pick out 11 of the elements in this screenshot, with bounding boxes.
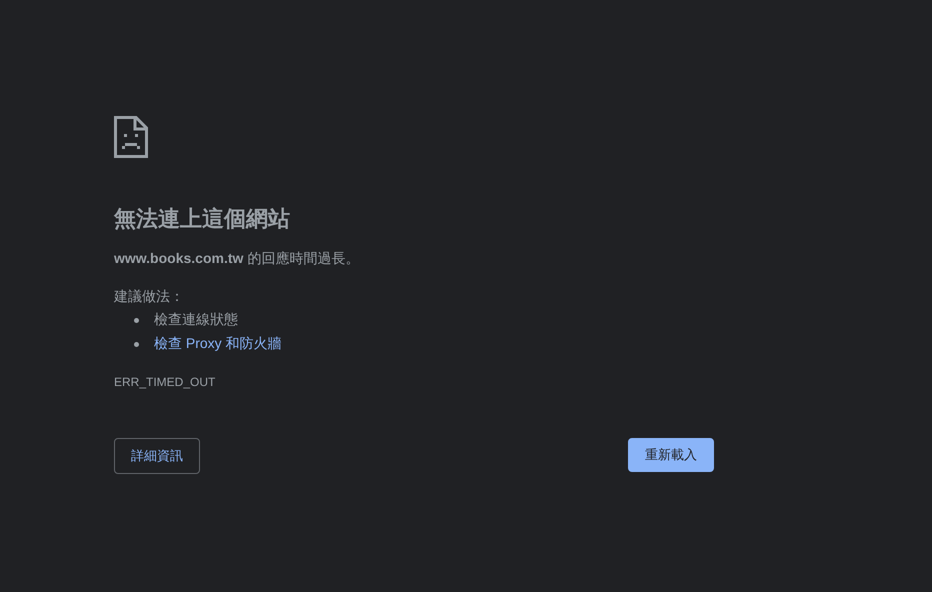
details-button[interactable]: 詳細資訊 (114, 438, 200, 474)
error-heading: 無法連上這個網站 (114, 205, 291, 233)
reload-button[interactable]: 重新載入 (628, 438, 714, 472)
error-code: ERR_TIMED_OUT (114, 374, 216, 390)
sad-page-icon (114, 116, 148, 158)
suggestion-link[interactable]: 檢查 Proxy 和防火牆 (154, 335, 282, 353)
suggestions-label: 建議做法： (114, 287, 185, 306)
error-summary: www.books.com.tw 的回應時間過長。 (114, 249, 360, 268)
bullet-icon (134, 342, 139, 346)
suggestion-text: 檢查連線狀態 (154, 311, 238, 329)
bullet-icon (134, 318, 139, 322)
